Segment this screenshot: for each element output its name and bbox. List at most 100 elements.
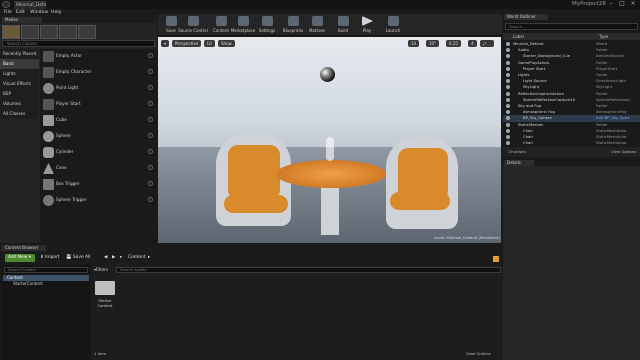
category-volumes[interactable]: Volumes bbox=[0, 99, 39, 109]
visibility-eye-icon[interactable] bbox=[506, 91, 510, 96]
place-item-cylinder[interactable]: Cylinder bbox=[41, 145, 156, 161]
place-item-sphere-trigger[interactable]: Sphere Trigger bbox=[41, 193, 156, 209]
type-column-header[interactable]: Type bbox=[599, 34, 608, 39]
table[interactable] bbox=[276, 160, 386, 188]
info-icon[interactable] bbox=[148, 117, 153, 122]
level-viewport[interactable]: ▾ Perspective Lit Show 10 10° 0.25 4 ⤢ L… bbox=[158, 37, 501, 243]
info-icon[interactable] bbox=[148, 85, 153, 90]
tree-item-starter-content[interactable]: StarterContent bbox=[3, 281, 89, 287]
visibility-eye-icon[interactable] bbox=[506, 79, 510, 84]
visibility-eye-icon[interactable] bbox=[506, 60, 510, 65]
category-basic[interactable]: Basic bbox=[0, 59, 39, 69]
paint-mode-icon[interactable] bbox=[21, 25, 39, 39]
path-breadcrumb[interactable]: Content bbox=[128, 254, 145, 262]
visibility-eye-icon[interactable] bbox=[506, 122, 510, 127]
glass-statue[interactable] bbox=[326, 137, 334, 161]
info-icon[interactable] bbox=[148, 53, 153, 58]
place-item-point-light[interactable]: Point Light bbox=[41, 81, 156, 97]
lit-button[interactable]: Lit bbox=[204, 40, 215, 47]
import-button[interactable]: ⬇ Import bbox=[40, 254, 60, 262]
play-button[interactable]: Play bbox=[356, 14, 378, 36]
visibility-eye-icon[interactable] bbox=[506, 42, 510, 46]
search-folders-input[interactable]: Search Folders bbox=[4, 267, 88, 273]
info-icon[interactable] bbox=[148, 181, 153, 186]
visibility-eye-icon[interactable] bbox=[506, 97, 510, 102]
level-tab[interactable]: Minimal_Default bbox=[14, 1, 46, 9]
content-view-options[interactable]: View Options bbox=[466, 351, 491, 356]
place-item-box-trigger[interactable]: Box Trigger bbox=[41, 177, 156, 193]
info-icon[interactable] bbox=[148, 165, 153, 170]
geometry-mode-icon[interactable] bbox=[78, 25, 96, 39]
info-icon[interactable] bbox=[148, 101, 153, 106]
launch-button[interactable]: Launch bbox=[382, 14, 404, 36]
sphere-icon bbox=[43, 131, 54, 142]
category-bsp[interactable]: BSP bbox=[0, 89, 39, 99]
visibility-eye-icon[interactable] bbox=[506, 116, 510, 121]
viewport-options-icon[interactable]: ▾ bbox=[161, 40, 169, 47]
folder-icon[interactable] bbox=[95, 281, 115, 295]
place-item-empty-actor[interactable]: Empty Actor bbox=[41, 49, 156, 65]
search-classes-input[interactable]: Search Classes bbox=[2, 40, 155, 47]
visibility-eye-icon[interactable] bbox=[506, 141, 510, 146]
category-recently-placed[interactable]: Recently Placed bbox=[0, 49, 39, 59]
place-item-sphere[interactable]: Sphere bbox=[41, 129, 156, 145]
search-assets-input[interactable]: Search Assets bbox=[116, 267, 501, 273]
matinee-icon bbox=[312, 16, 323, 26]
info-icon[interactable] bbox=[148, 133, 153, 138]
visibility-eye-icon[interactable] bbox=[506, 135, 510, 139]
category-lights[interactable]: Lights bbox=[0, 69, 39, 79]
settings-button[interactable]: Settings bbox=[256, 14, 278, 36]
info-icon[interactable] bbox=[148, 149, 153, 154]
visibility-eye-icon[interactable] bbox=[506, 128, 510, 133]
category-visual-effects[interactable]: Visual Effects bbox=[0, 79, 39, 89]
category-all-classes[interactable]: All Classes bbox=[0, 109, 39, 119]
back-arrow-icon[interactable]: ◀ bbox=[104, 254, 107, 262]
menu-help[interactable]: Help bbox=[51, 9, 61, 17]
place-mode-icon[interactable] bbox=[2, 25, 20, 39]
minimize-button[interactable]: – bbox=[606, 0, 616, 8]
menu-file[interactable]: File bbox=[4, 9, 12, 17]
show-button[interactable]: Show bbox=[218, 40, 235, 47]
visibility-eye-icon[interactable] bbox=[506, 66, 510, 71]
place-item-player-start[interactable]: Player Start bbox=[41, 97, 156, 113]
build-button[interactable]: Build bbox=[332, 14, 354, 36]
grid-snap-button[interactable]: 10 bbox=[408, 40, 420, 47]
maximize-viewport-icon[interactable]: ⤢ bbox=[480, 40, 494, 47]
outliner-view-options[interactable]: View Options bbox=[611, 147, 636, 157]
rotation-snap-button[interactable]: 10° bbox=[426, 40, 440, 47]
menu-window[interactable]: Window bbox=[30, 9, 48, 17]
place-item-cone[interactable]: Cone bbox=[41, 161, 156, 177]
filters-button[interactable]: ▾Filters bbox=[94, 267, 112, 273]
visibility-eye-icon[interactable] bbox=[506, 73, 510, 77]
info-icon[interactable] bbox=[148, 69, 153, 74]
blueprints-button[interactable]: Blueprints bbox=[282, 14, 304, 36]
marketplace-button[interactable]: Marketplace bbox=[231, 14, 255, 36]
scale-snap-button[interactable]: 0.25 bbox=[446, 40, 461, 47]
maximize-button[interactable]: □ bbox=[617, 0, 627, 8]
menu-edit[interactable]: Edit bbox=[16, 9, 25, 17]
visibility-eye-icon[interactable] bbox=[506, 110, 510, 115]
landscape-mode-icon[interactable] bbox=[40, 25, 58, 39]
source-control-button[interactable]: Source Control bbox=[178, 14, 208, 36]
reflection-sphere[interactable] bbox=[320, 67, 335, 82]
outliner-search-input[interactable]: Search... bbox=[505, 23, 638, 30]
visibility-eye-icon[interactable] bbox=[506, 85, 510, 90]
camera-speed-button[interactable]: 4 bbox=[468, 40, 477, 47]
path-chevron-icon[interactable]: ▸ bbox=[148, 254, 150, 262]
perspective-button[interactable]: Perspective bbox=[172, 40, 202, 47]
place-item-cube[interactable]: Cube bbox=[41, 113, 156, 129]
add-new-button[interactable]: Add New ▾ bbox=[5, 254, 35, 262]
visibility-eye-icon[interactable] bbox=[506, 54, 510, 59]
visibility-eye-icon[interactable] bbox=[506, 48, 510, 53]
label-column-header[interactable]: Label bbox=[513, 34, 524, 39]
forward-arrow-icon[interactable]: ▶ bbox=[112, 254, 115, 262]
info-icon[interactable] bbox=[148, 197, 153, 202]
light-bulb-icon bbox=[43, 83, 54, 94]
place-item-empty-character[interactable]: Empty Character bbox=[41, 65, 156, 81]
lock-icon[interactable] bbox=[493, 256, 499, 262]
close-button[interactable]: × bbox=[628, 0, 638, 8]
save-all-button[interactable]: 💾 Save All bbox=[66, 254, 91, 262]
matinee-button[interactable]: Matinee bbox=[306, 14, 328, 36]
visibility-eye-icon[interactable] bbox=[506, 104, 510, 108]
foliage-mode-icon[interactable] bbox=[59, 25, 77, 39]
